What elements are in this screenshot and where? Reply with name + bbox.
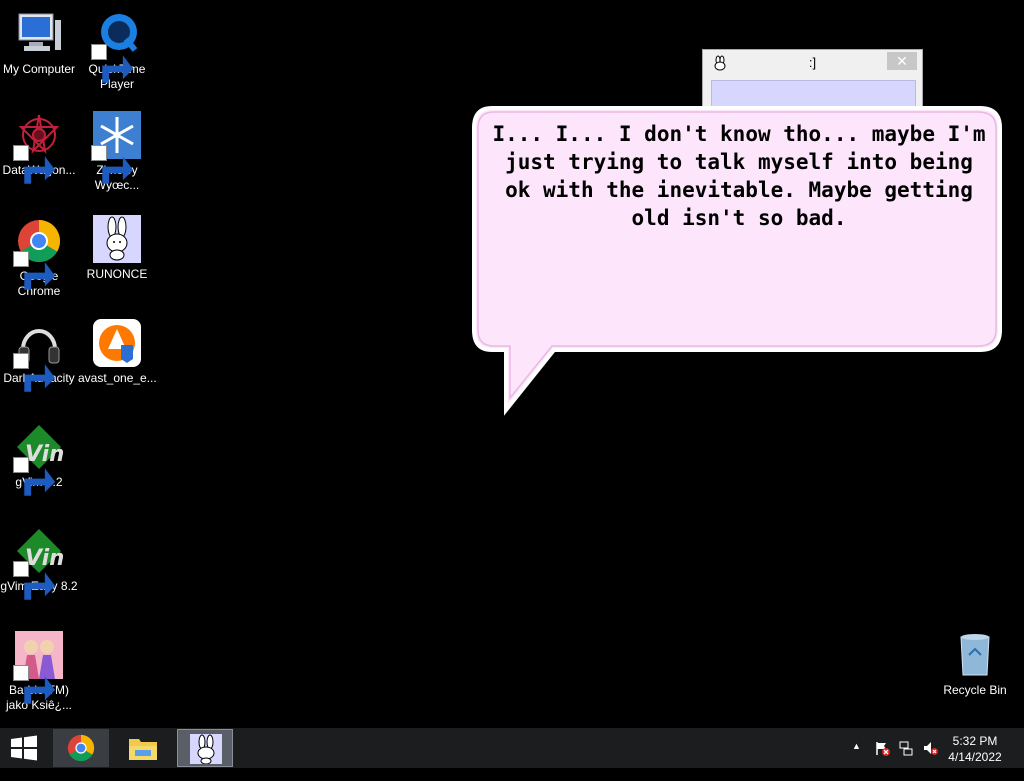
shortcut-arrow-icon bbox=[13, 251, 56, 290]
shortcut-arrow-icon bbox=[13, 665, 56, 704]
bunny-icon bbox=[190, 734, 222, 764]
desktop-icon-gvim-easy[interactable]: Vim gVim Easy 8.2 bbox=[0, 527, 78, 600]
desktop-icon-recycle-bin[interactable]: Recycle Bin bbox=[936, 631, 1014, 698]
desktop-icon-runonce[interactable]: RUNONCE bbox=[78, 215, 156, 282]
shortcut-arrow-icon bbox=[13, 457, 56, 496]
desktop-icon-label: RUNONCE bbox=[86, 267, 148, 281]
chrome-icon bbox=[13, 217, 63, 290]
desktop-icon-my-computer[interactable]: My Computer bbox=[0, 10, 78, 77]
start-button[interactable] bbox=[0, 728, 48, 768]
shortcut-arrow-icon bbox=[13, 353, 56, 392]
snowflake-icon bbox=[91, 111, 141, 184]
network-icon[interactable] bbox=[898, 740, 914, 756]
datawagon-icon bbox=[13, 111, 63, 184]
recycle-bin-icon bbox=[951, 631, 999, 679]
clock-date: 4/14/2022 bbox=[948, 750, 1002, 764]
barbie-icon bbox=[13, 631, 63, 704]
desktop-icon-label: avast_one_e... bbox=[78, 371, 157, 385]
desktop-icon-barbie[interactable]: Barbie(TM) jako Ksiê¿... bbox=[0, 631, 78, 713]
taskbar: ▲ 5:32 PM 4/14/2022 bbox=[0, 728, 1024, 768]
gvim-icon: Vim bbox=[13, 527, 63, 600]
desktop-icon-darkaudacity[interactable]: DarkAudacity bbox=[0, 319, 78, 392]
computer-icon bbox=[15, 10, 63, 58]
gvim-icon: Vim bbox=[13, 423, 63, 496]
headphones-icon bbox=[13, 319, 63, 392]
action-center-flag-icon[interactable] bbox=[874, 740, 890, 756]
chrome-icon bbox=[67, 734, 95, 762]
speech-bubble-text: I... I... I don't know tho... maybe I'm … bbox=[492, 122, 986, 230]
shortcut-arrow-icon bbox=[13, 561, 56, 600]
desktop-icon-google-chrome[interactable]: Google Chrome bbox=[0, 217, 78, 299]
speech-bubble: I... I... I don't know tho... maybe I'm … bbox=[470, 104, 1006, 416]
taskbar-clock[interactable]: 5:32 PM 4/14/2022 bbox=[940, 733, 1010, 773]
desktop-icon-gvim[interactable]: Vim gVim 8.2 bbox=[0, 423, 78, 496]
bunny-app-taskbar-button[interactable] bbox=[177, 729, 233, 767]
clock-time: 5:32 PM bbox=[952, 734, 998, 748]
desktop-icon-datawagon[interactable]: DataWagon... bbox=[0, 111, 78, 184]
windows-logo-icon bbox=[11, 735, 37, 761]
shortcut-arrow-icon bbox=[91, 145, 134, 184]
quicktime-icon bbox=[91, 10, 141, 83]
shortcut-arrow-icon bbox=[91, 44, 134, 83]
chrome-taskbar-button[interactable] bbox=[53, 729, 109, 767]
tray-expand-button[interactable]: ▲ bbox=[852, 741, 861, 781]
bunny-icon bbox=[93, 215, 141, 263]
desktop-icon-avast[interactable]: avast_one_e... bbox=[78, 319, 157, 386]
volume-muted-icon[interactable] bbox=[922, 740, 938, 756]
desktop-icon-zimowy[interactable]: Zimowy Wyœc... bbox=[78, 111, 156, 193]
desktop-icon-label: My Computer bbox=[2, 62, 76, 76]
close-button[interactable]: ✕ bbox=[887, 52, 917, 70]
file-explorer-taskbar-button[interactable] bbox=[115, 729, 171, 767]
folder-icon bbox=[129, 739, 157, 760]
avast-icon bbox=[93, 319, 141, 367]
window-title-bar[interactable]: :] ✕ bbox=[703, 50, 922, 74]
desktop-icon-quicktime[interactable]: QuickTime Player bbox=[78, 10, 156, 92]
desktop-icon-label: Recycle Bin bbox=[943, 683, 1007, 697]
shortcut-arrow-icon bbox=[13, 145, 56, 184]
